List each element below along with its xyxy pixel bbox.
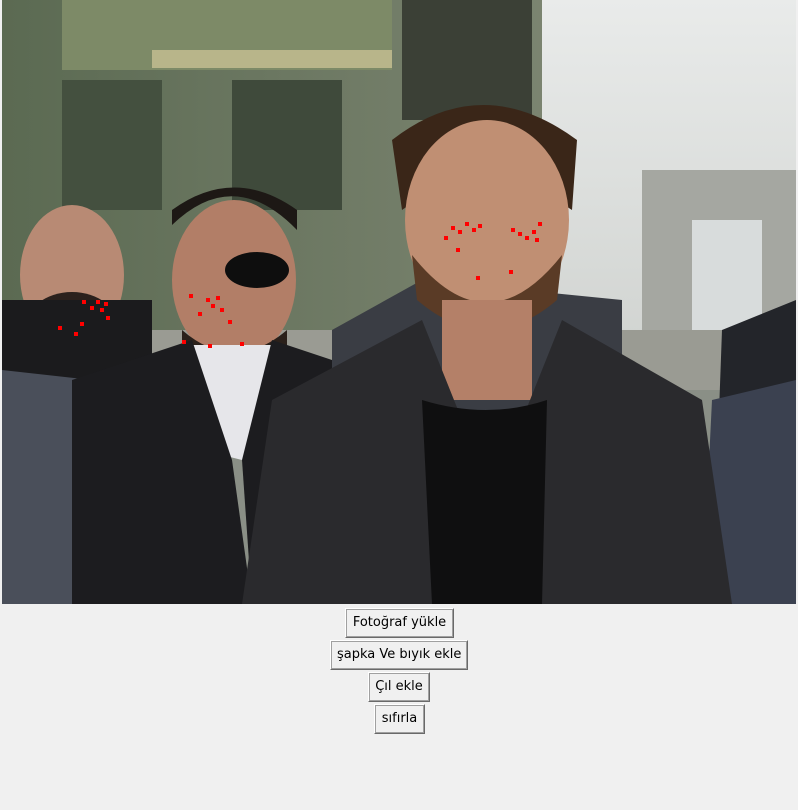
add-wrinkles-button[interactable]: Çıl ekle [368, 672, 430, 702]
add-hat-mustache-button[interactable]: şapka Ve bıyık ekle [330, 640, 468, 670]
app-window: Fotoğraf yükle şapka Ve bıyık ekle Çıl e… [0, 0, 798, 810]
photo-image [2, 0, 796, 604]
photo-canvas [2, 0, 796, 604]
reset-button[interactable]: sıfırla [374, 704, 425, 734]
upload-photo-button[interactable]: Fotoğraf yükle [345, 608, 454, 638]
